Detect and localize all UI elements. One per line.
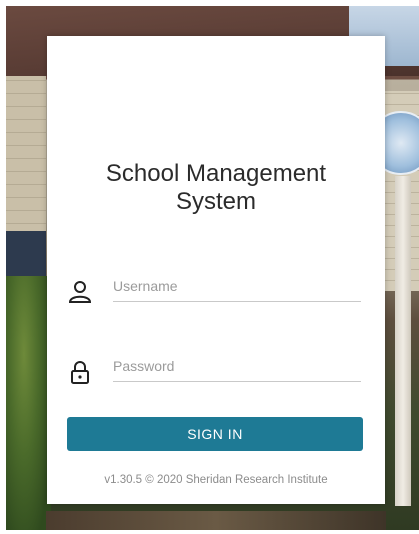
sign-in-button[interactable]: SIGN IN [67, 417, 363, 451]
username-field-group [67, 271, 363, 311]
app-title: School Management System [47, 160, 385, 216]
ground-strip [46, 511, 386, 530]
brick-wall-left [6, 76, 46, 236]
trees-left [6, 276, 51, 530]
password-input[interactable] [113, 351, 361, 382]
lock-icon [67, 359, 93, 385]
app-title-line2: System [175, 188, 256, 215]
app-title-line1: School Management [105, 160, 327, 187]
login-card: School Management System SIGN IN v1.30.5… [47, 36, 385, 504]
username-input[interactable] [113, 271, 361, 302]
pillar [395, 176, 411, 506]
version-footer: v1.30.5 © 2020 Sheridan Research Institu… [104, 474, 328, 486]
password-field-group [67, 351, 363, 391]
user-icon [67, 279, 93, 305]
